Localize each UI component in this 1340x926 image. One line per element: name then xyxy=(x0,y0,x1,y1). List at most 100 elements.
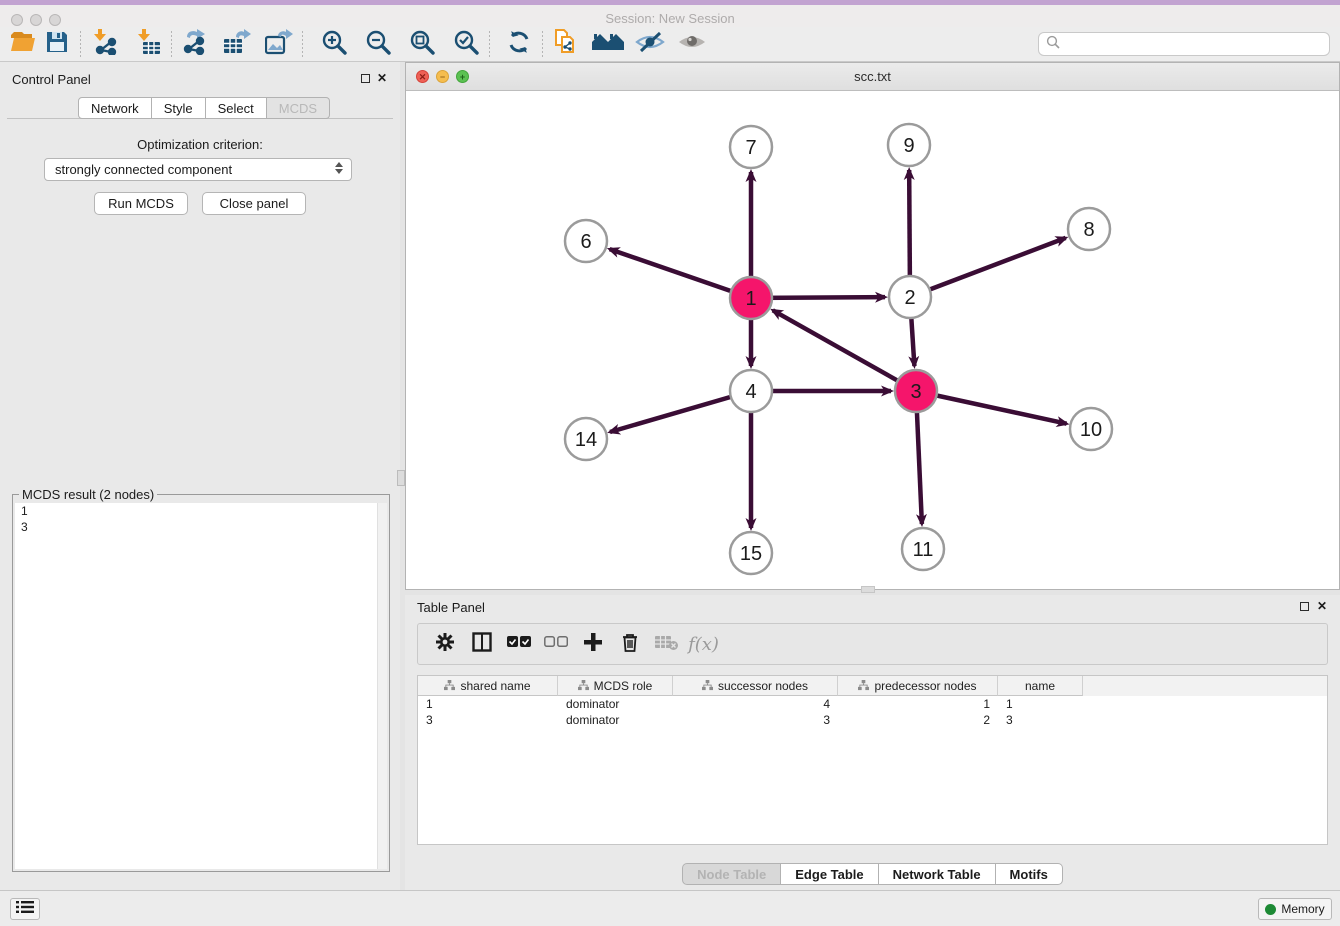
graph-node-label: 14 xyxy=(575,429,597,451)
table-cell[interactable]: dominator xyxy=(558,712,673,728)
memory-button[interactable]: Memory xyxy=(1258,898,1332,920)
delete-column-button[interactable] xyxy=(611,627,648,661)
tab-network[interactable]: Network xyxy=(78,97,152,119)
column-header-successor-nodes[interactable]: successor nodes xyxy=(673,676,838,696)
zoom-out-icon xyxy=(365,29,391,60)
graph-edge-2-8[interactable] xyxy=(910,238,1066,297)
close-panel-icon[interactable]: ✕ xyxy=(377,71,387,85)
tab-motifs[interactable]: Motifs xyxy=(996,863,1063,885)
export-network-button[interactable] xyxy=(178,29,212,59)
mcds-result-list[interactable]: 1 3 xyxy=(15,503,387,869)
column-header-shared-name[interactable]: shared name xyxy=(418,676,558,696)
import-network-icon xyxy=(91,29,117,60)
memory-label: Memory xyxy=(1281,902,1324,916)
node-table-body: 1dominator4113dominator323 xyxy=(418,696,1327,728)
table-row[interactable]: 1dominator411 xyxy=(418,696,1327,712)
tab-style[interactable]: Style xyxy=(152,97,206,119)
network-canvas[interactable]: 7968124314101511 xyxy=(406,91,1339,589)
toolbar-separator xyxy=(542,31,543,57)
tab-network-table[interactable]: Network Table xyxy=(879,863,996,885)
deselect-all-icon xyxy=(544,635,568,653)
import-table-icon xyxy=(135,29,161,60)
table-cell[interactable]: 4 xyxy=(673,696,838,712)
graph-edge-3-10[interactable] xyxy=(916,391,1067,424)
graph-node-label: 11 xyxy=(913,539,934,561)
table-cell[interactable]: 3 xyxy=(673,712,838,728)
import-table-button[interactable] xyxy=(131,29,165,59)
result-scrollbar[interactable] xyxy=(377,503,387,869)
table-cell[interactable]: dominator xyxy=(558,696,673,712)
network-view-window: ✕ − + scc.txt 7968124314101511 xyxy=(405,62,1340,590)
graph-node-label: 9 xyxy=(903,135,914,157)
graph-edge-3-1[interactable] xyxy=(773,310,916,391)
zoom-selected-button[interactable] xyxy=(449,29,483,59)
search-field[interactable] xyxy=(1038,32,1330,56)
window-title: Session: New Session xyxy=(0,11,1340,26)
zoom-fit-button[interactable] xyxy=(405,29,439,59)
result-line: 3 xyxy=(15,519,387,535)
criterion-dropdown[interactable]: strongly connected component xyxy=(44,158,352,181)
list-icon xyxy=(16,900,34,919)
status-bar: Memory xyxy=(0,890,1340,926)
table-cell[interactable]: 1 xyxy=(418,696,558,712)
import-network-button[interactable] xyxy=(87,29,121,59)
tab-mcds[interactable]: MCDS xyxy=(267,97,330,119)
tab-select[interactable]: Select xyxy=(206,97,267,119)
export-image-button[interactable] xyxy=(262,29,296,59)
graph-edge-1-6[interactable] xyxy=(610,249,751,298)
mcds-result-title: MCDS result (2 nodes) xyxy=(19,487,157,502)
column-header-name[interactable]: name xyxy=(998,676,1083,696)
table-cell[interactable]: 1 xyxy=(838,696,998,712)
table-panel: Table Panel ✕ xyxy=(405,595,1340,890)
float-table-panel-icon[interactable] xyxy=(1300,602,1309,611)
function-builder-button[interactable]: f(x) xyxy=(685,627,722,661)
table-cell[interactable]: 2 xyxy=(838,712,998,728)
vertical-splitter-handle[interactable] xyxy=(397,470,405,486)
table-tabs: Node Table Edge Table Network Table Moti… xyxy=(405,863,1340,885)
eye-icon xyxy=(677,31,707,58)
delete-table-button[interactable] xyxy=(648,627,685,661)
select-all-icon xyxy=(507,635,531,653)
column-header-predecessor-nodes[interactable]: predecessor nodes xyxy=(838,676,998,696)
toggle-details-button[interactable] xyxy=(633,29,667,59)
network-window-titlebar[interactable]: ✕ − + scc.txt xyxy=(406,63,1339,91)
main-toolbar xyxy=(0,27,1340,62)
task-history-button[interactable] xyxy=(10,898,40,920)
select-all-button[interactable] xyxy=(500,627,537,661)
refresh-view-button[interactable] xyxy=(502,29,536,59)
home-button[interactable] xyxy=(591,29,625,59)
close-table-panel-icon[interactable]: ✕ xyxy=(1317,599,1327,613)
table-cell[interactable]: 3 xyxy=(998,712,1083,728)
control-panel-title: Control Panel xyxy=(12,72,91,87)
deselect-all-button[interactable] xyxy=(537,627,574,661)
horizontal-splitter-handle[interactable] xyxy=(861,586,875,593)
table-cell[interactable]: 3 xyxy=(418,712,558,728)
memory-status-icon xyxy=(1265,904,1276,915)
add-column-button[interactable] xyxy=(574,627,611,661)
table-settings-button[interactable] xyxy=(426,627,463,661)
birdseye-button[interactable] xyxy=(675,29,709,59)
open-file-button[interactable] xyxy=(6,29,40,59)
toolbar-separator xyxy=(171,31,172,57)
zoom-out-button[interactable] xyxy=(361,29,395,59)
save-session-button[interactable] xyxy=(40,29,74,59)
table-cell[interactable]: 1 xyxy=(998,696,1083,712)
export-table-button[interactable] xyxy=(220,29,254,59)
table-row[interactable]: 3dominator323 xyxy=(418,712,1327,728)
run-mcds-button[interactable]: Run MCDS xyxy=(94,192,188,215)
clone-network-button[interactable] xyxy=(549,29,583,59)
column-view-button[interactable] xyxy=(463,627,500,661)
houses-icon xyxy=(592,30,624,59)
tab-node-table[interactable]: Node Table xyxy=(682,863,781,885)
float-panel-icon[interactable] xyxy=(361,74,370,83)
app-window: Session: New Session xyxy=(0,0,1340,926)
network-graph[interactable]: 7968124314101511 xyxy=(406,91,1339,589)
close-panel-button[interactable]: Close panel xyxy=(202,192,306,215)
search-input[interactable] xyxy=(1064,36,1329,52)
graph-node-label: 1 xyxy=(745,288,756,310)
column-header-mcds-role[interactable]: MCDS role xyxy=(558,676,673,696)
zoom-in-button[interactable] xyxy=(317,29,351,59)
tab-edge-table[interactable]: Edge Table xyxy=(781,863,878,885)
toolbar-separator xyxy=(80,31,81,57)
eye-slash-icon xyxy=(635,30,665,59)
